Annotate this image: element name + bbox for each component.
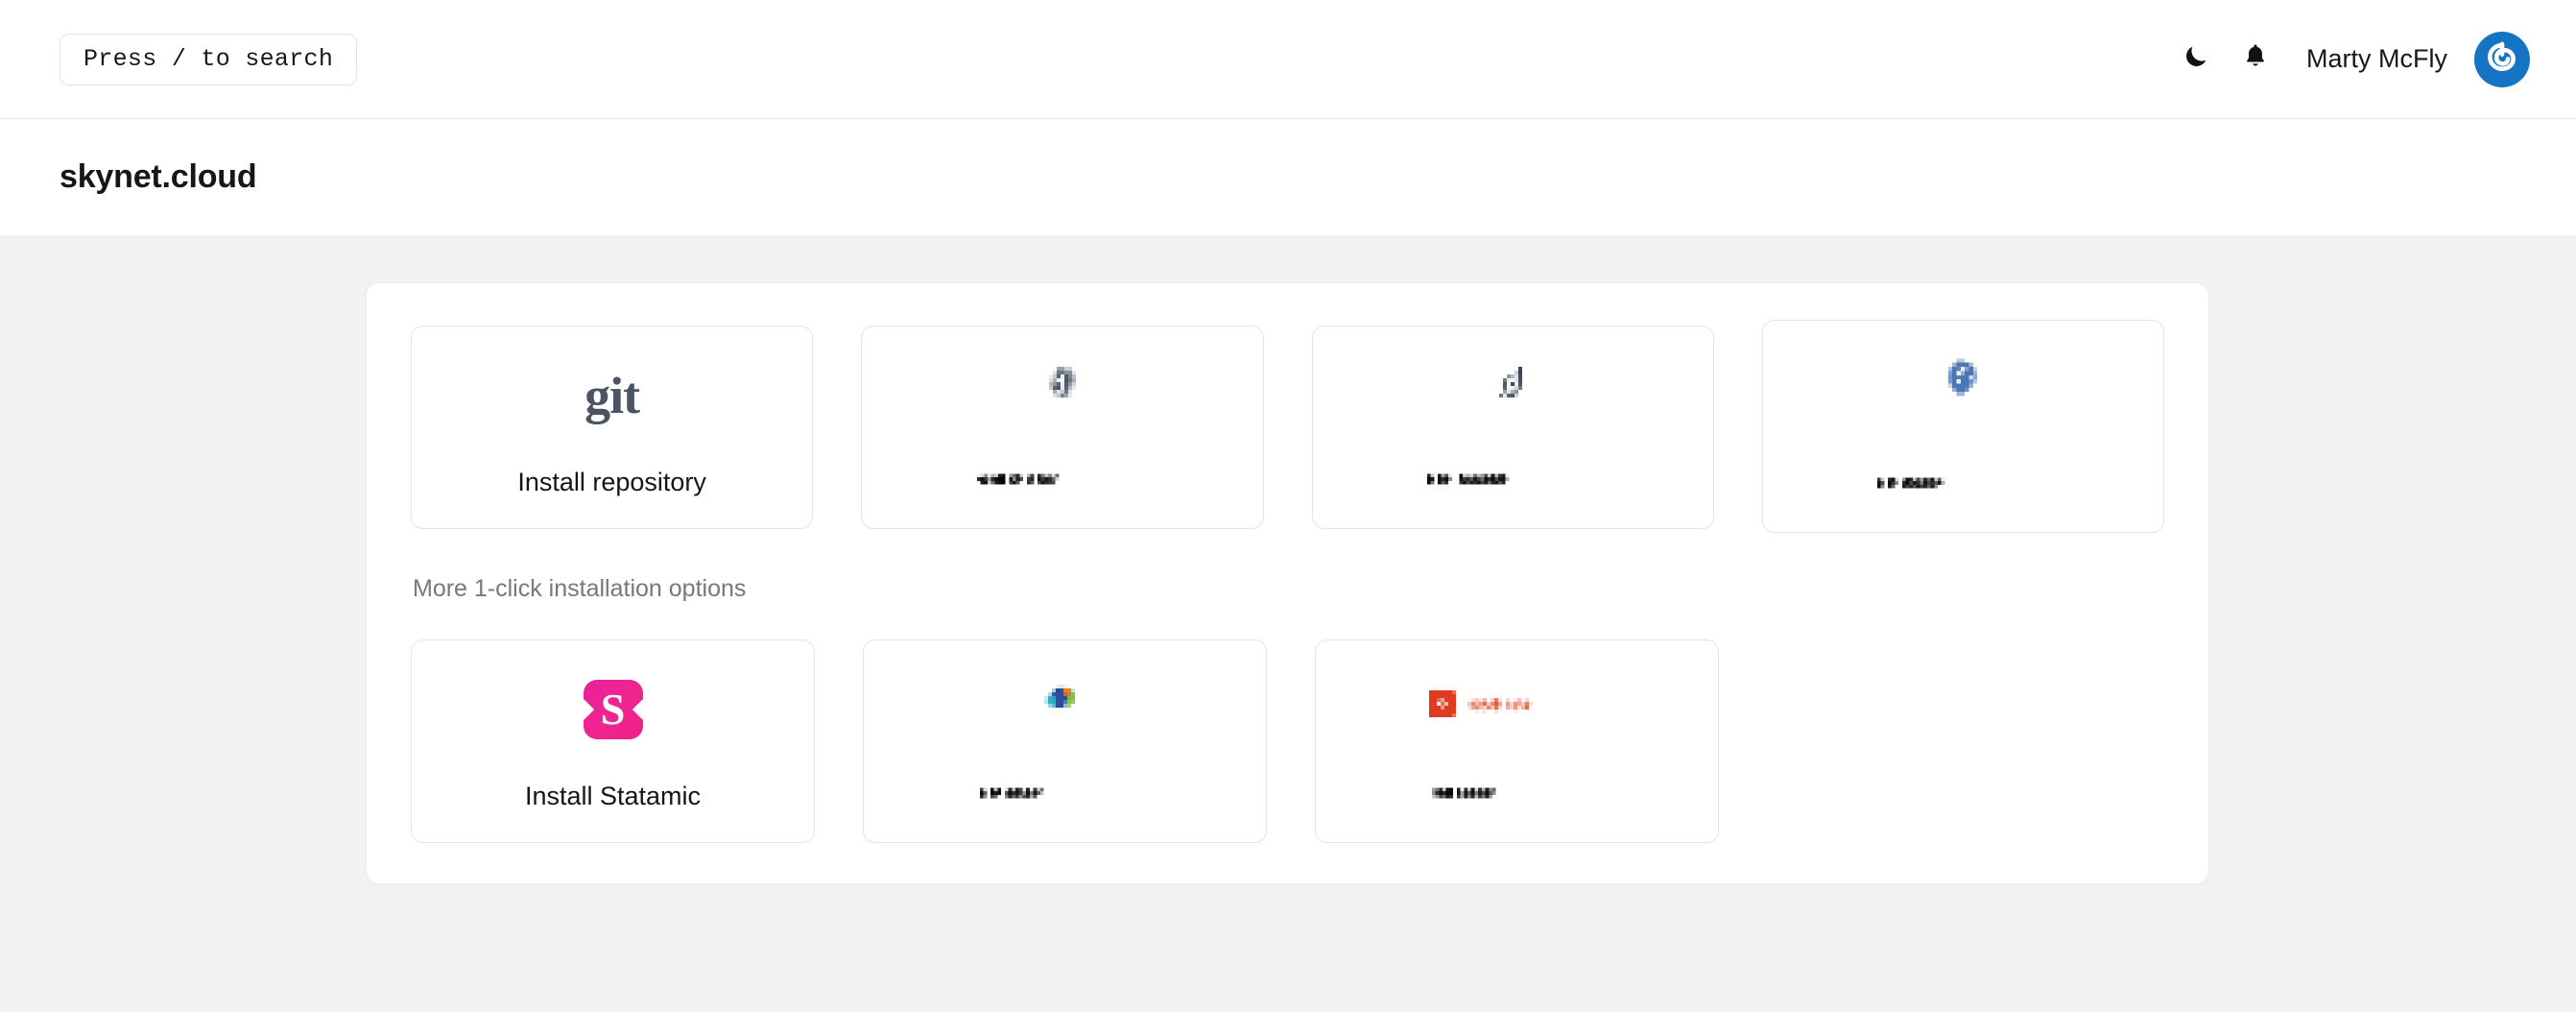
install-option-git[interactable]: git Install repository bbox=[411, 325, 814, 529]
censored-label-icon bbox=[1877, 477, 1945, 489]
card-logo: git bbox=[584, 361, 640, 430]
avatar[interactable] bbox=[2474, 31, 2530, 87]
card-label bbox=[1421, 781, 1613, 809]
card-logo bbox=[1421, 675, 1613, 744]
pixelated-logo-icon bbox=[1043, 685, 1075, 708]
card-logo bbox=[1028, 675, 1103, 744]
pixelated-logo-icon bbox=[1948, 358, 1978, 397]
censored-label-icon bbox=[979, 787, 1044, 799]
moon-icon bbox=[2182, 42, 2210, 76]
secondary-install-options: S Install Statamic bbox=[411, 639, 2164, 843]
card-label bbox=[1867, 470, 2059, 499]
dark-mode-toggle[interactable] bbox=[2166, 30, 2226, 89]
install-option-2[interactable] bbox=[861, 325, 1264, 529]
statamic-letter: S bbox=[600, 685, 626, 734]
pixelated-logo-icon bbox=[1428, 690, 1533, 717]
card-label: Install repository bbox=[517, 468, 706, 496]
card-label bbox=[966, 467, 1158, 495]
bell-icon bbox=[2242, 42, 2269, 76]
content-area: git Install repository More 1-click inst… bbox=[0, 235, 2576, 1012]
statamic-logo-icon: S bbox=[583, 680, 643, 739]
censored-label-icon bbox=[976, 473, 1060, 485]
git-wordmark-icon: git bbox=[584, 367, 640, 424]
install-option-statamic[interactable]: S Install Statamic bbox=[411, 639, 815, 843]
censored-label-icon bbox=[1431, 787, 1496, 799]
card-logo bbox=[1927, 355, 1998, 424]
top-bar: Press / to search Marty McFly bbox=[0, 0, 2576, 119]
censored-label-icon bbox=[1426, 473, 1510, 485]
card-label bbox=[969, 781, 1161, 809]
page-title: skynet.cloud bbox=[60, 158, 257, 195]
more-options-label: More 1-click installation options bbox=[413, 575, 747, 602]
search-trigger[interactable]: Press / to search bbox=[60, 33, 358, 85]
card-label: Install Statamic bbox=[524, 782, 702, 810]
card-label bbox=[1417, 467, 1609, 495]
install-option-3[interactable] bbox=[1311, 325, 1714, 529]
notifications-button[interactable] bbox=[2226, 30, 2285, 89]
pixelated-logo-icon bbox=[1048, 367, 1076, 398]
installation-panel: git Install repository More 1-click inst… bbox=[366, 282, 2209, 884]
page-header: skynet.cloud bbox=[0, 119, 2576, 235]
install-option-4[interactable] bbox=[1761, 320, 2164, 533]
card-logo bbox=[1030, 361, 1095, 430]
card-logo bbox=[1480, 361, 1545, 430]
pixelated-logo-icon bbox=[1499, 367, 1523, 398]
card-logo: S bbox=[583, 675, 643, 744]
top-bar-actions: Marty McFly bbox=[2166, 30, 2530, 89]
install-option-7[interactable] bbox=[1315, 639, 1719, 843]
primary-install-options: git Install repository bbox=[411, 320, 2164, 533]
power-swirl-icon bbox=[2482, 36, 2522, 82]
install-option-6[interactable] bbox=[863, 639, 1267, 843]
user-name[interactable]: Marty McFly bbox=[2306, 44, 2447, 74]
